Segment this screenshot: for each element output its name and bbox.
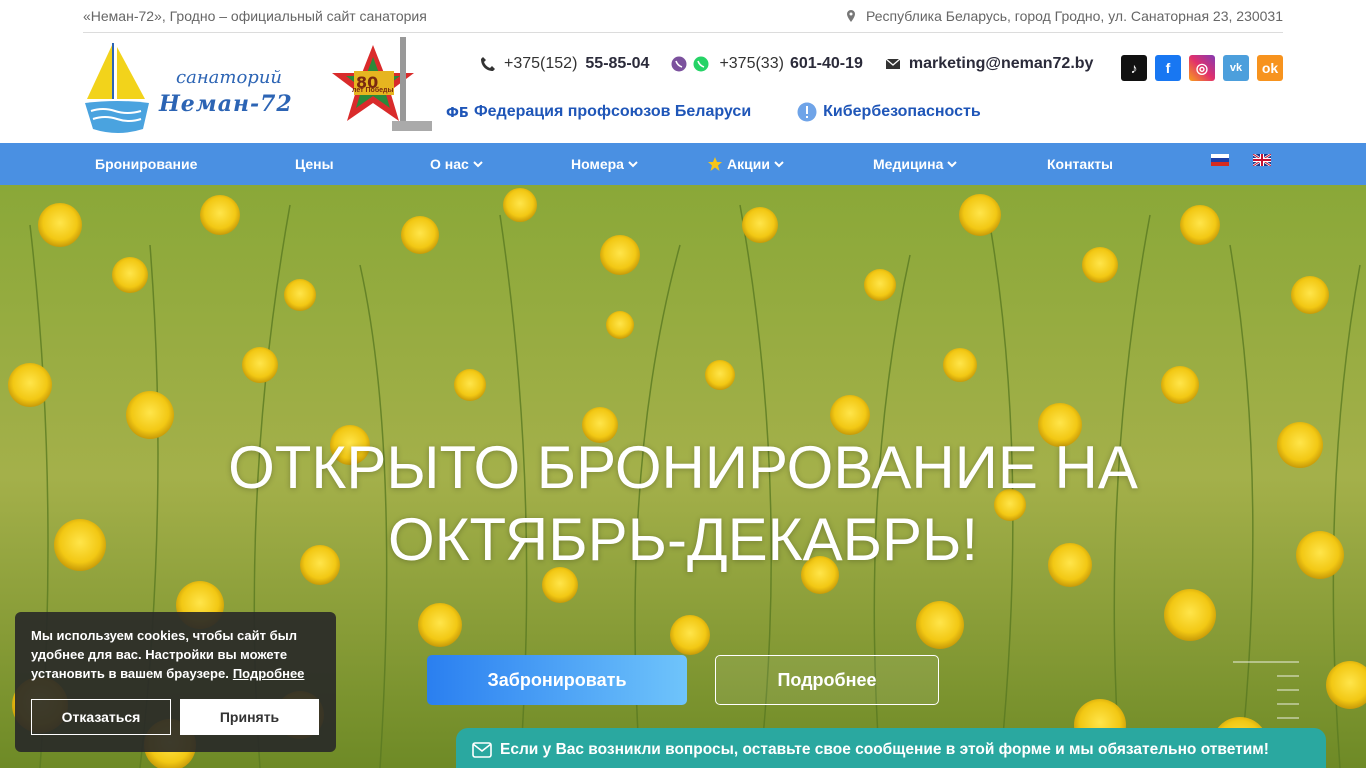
- victory-80-emblem: 80 лет Победы: [328, 33, 440, 135]
- whatsapp-icon[interactable]: [693, 56, 709, 72]
- address-text: Республика Беларусь, город Гродно, ул. С…: [866, 8, 1283, 24]
- info-alert-icon: [797, 102, 817, 122]
- chevron-down-icon: [774, 161, 784, 168]
- instagram-icon[interactable]: ◎: [1189, 55, 1215, 81]
- cookie-notice: Мы используем cookies, чтобы сайт был уд…: [15, 612, 336, 752]
- svg-text:ФБ: ФБ: [446, 106, 468, 120]
- nav-item-prices[interactable]: Цены: [295, 143, 334, 185]
- nav-item-about[interactable]: О нас: [430, 143, 483, 185]
- nav-item-label: Контакты: [1047, 156, 1114, 172]
- phone-2[interactable]: +375(33) 601-40-19: [671, 55, 863, 73]
- uk-flag-icon[interactable]: [1253, 154, 1271, 166]
- nav-item-promotions[interactable]: Акции: [707, 143, 784, 185]
- cookie-text: Мы используем cookies, чтобы сайт был уд…: [31, 626, 320, 683]
- nav-item-label: Бронирование: [95, 156, 198, 172]
- russian-flag-icon[interactable]: [1211, 154, 1229, 166]
- location-pin-icon: [847, 10, 856, 22]
- phone-1-prefix: +375(152): [504, 55, 578, 72]
- contacts: +375(152) 55-85-04 +375(33) 601-40-19 ma…: [480, 55, 1115, 73]
- logo-line2: Неман-72: [159, 91, 293, 117]
- nav-item-label: Медицина: [873, 156, 944, 172]
- viber-icon[interactable]: [671, 56, 687, 72]
- feedback-bar[interactable]: Если у Вас возникли вопросы, оставьте св…: [456, 728, 1326, 768]
- star-icon: [708, 157, 722, 171]
- federation-link[interactable]: ФБ Федерация профсоюзов Беларуси: [446, 102, 751, 122]
- nav-item-label: Акции: [727, 156, 770, 172]
- logo-line1: санаторий: [176, 67, 283, 88]
- phone-1[interactable]: +375(152) 55-85-04: [480, 55, 649, 73]
- hero-title-line1: ОТКРЫТО БРОНИРОВАНИЕ НА: [228, 434, 1138, 501]
- nav-item-label: Номера: [571, 156, 624, 172]
- social-links: ♪ f ◎ vk ok: [1121, 55, 1283, 81]
- nav-item-booking[interactable]: Бронирование: [95, 143, 197, 185]
- cybersecurity-link[interactable]: Кибербезопасность: [797, 102, 981, 122]
- tiktok-icon[interactable]: ♪: [1121, 55, 1147, 81]
- emblem-text: лет Победы: [352, 87, 394, 94]
- phone-icon: [481, 57, 495, 71]
- site-logo[interactable]: санаторий Неман-72: [83, 41, 293, 136]
- victory-star-icon: [332, 37, 432, 131]
- phone-2-number: 601-40-19: [789, 55, 863, 72]
- nav-item-contacts[interactable]: Контакты: [1047, 143, 1113, 185]
- vk-icon[interactable]: vk: [1223, 55, 1249, 81]
- nav-item-medicine[interactable]: Медицина: [873, 143, 958, 185]
- nav-item-rooms[interactable]: Номера: [571, 143, 638, 185]
- mail-icon: [885, 58, 901, 69]
- more-button[interactable]: Подробнее: [715, 655, 939, 705]
- feedback-bar-text: Если у Вас возникли вопросы, оставьте св…: [500, 741, 1269, 758]
- header: санаторий Неман-72 80 лет Победы +375(15…: [0, 33, 1366, 143]
- nav-item-label: О нас: [430, 156, 469, 172]
- chevron-down-icon: [947, 161, 958, 168]
- cybersecurity-link-label: Кибербезопасность: [823, 103, 981, 120]
- header-links: ФБ Федерация профсоюзов Беларуси Кибербе…: [446, 102, 981, 122]
- federation-link-label: Федерация профсоюзов Беларуси: [474, 103, 752, 120]
- facebook-icon[interactable]: f: [1155, 55, 1181, 81]
- email-address: marketing@neman72.by: [908, 55, 1094, 72]
- hero-title: ОТКРЫТО БРОНИРОВАНИЕ НА ОКТЯБРЬ-ДЕКАБРЬ!: [0, 432, 1366, 576]
- book-button[interactable]: Забронировать: [427, 655, 687, 705]
- cookie-decline-button[interactable]: Отказаться: [31, 699, 171, 735]
- nav-item-label: Цены: [295, 156, 334, 172]
- phone-2-prefix: +375(33): [719, 55, 784, 72]
- hero-title-line2: ОКТЯБРЬ-ДЕКАБРЬ!: [387, 506, 979, 573]
- odnoklassniki-icon[interactable]: ok: [1257, 55, 1283, 81]
- federation-logo-icon: ФБ: [446, 106, 468, 120]
- email[interactable]: marketing@neman72.by: [885, 55, 1094, 73]
- site-tagline: «Неман-72», Гродно – официальный сайт са…: [83, 8, 427, 24]
- sailboat-logo-icon: [85, 43, 149, 133]
- cookie-more-link[interactable]: Подробнее: [233, 666, 305, 681]
- mail-icon: [472, 742, 492, 758]
- top-bar: «Неман-72», Гродно – официальный сайт са…: [83, 0, 1283, 33]
- cookie-accept-button[interactable]: Принять: [180, 699, 319, 735]
- main-nav: Бронирование Цены О нас Номера Акции Мед…: [0, 143, 1366, 185]
- address: Республика Беларусь, город Гродно, ул. С…: [844, 8, 1283, 24]
- chevron-down-icon: [473, 161, 483, 168]
- phone-1-number: 55-85-04: [585, 55, 650, 72]
- chevron-down-icon: [628, 161, 638, 168]
